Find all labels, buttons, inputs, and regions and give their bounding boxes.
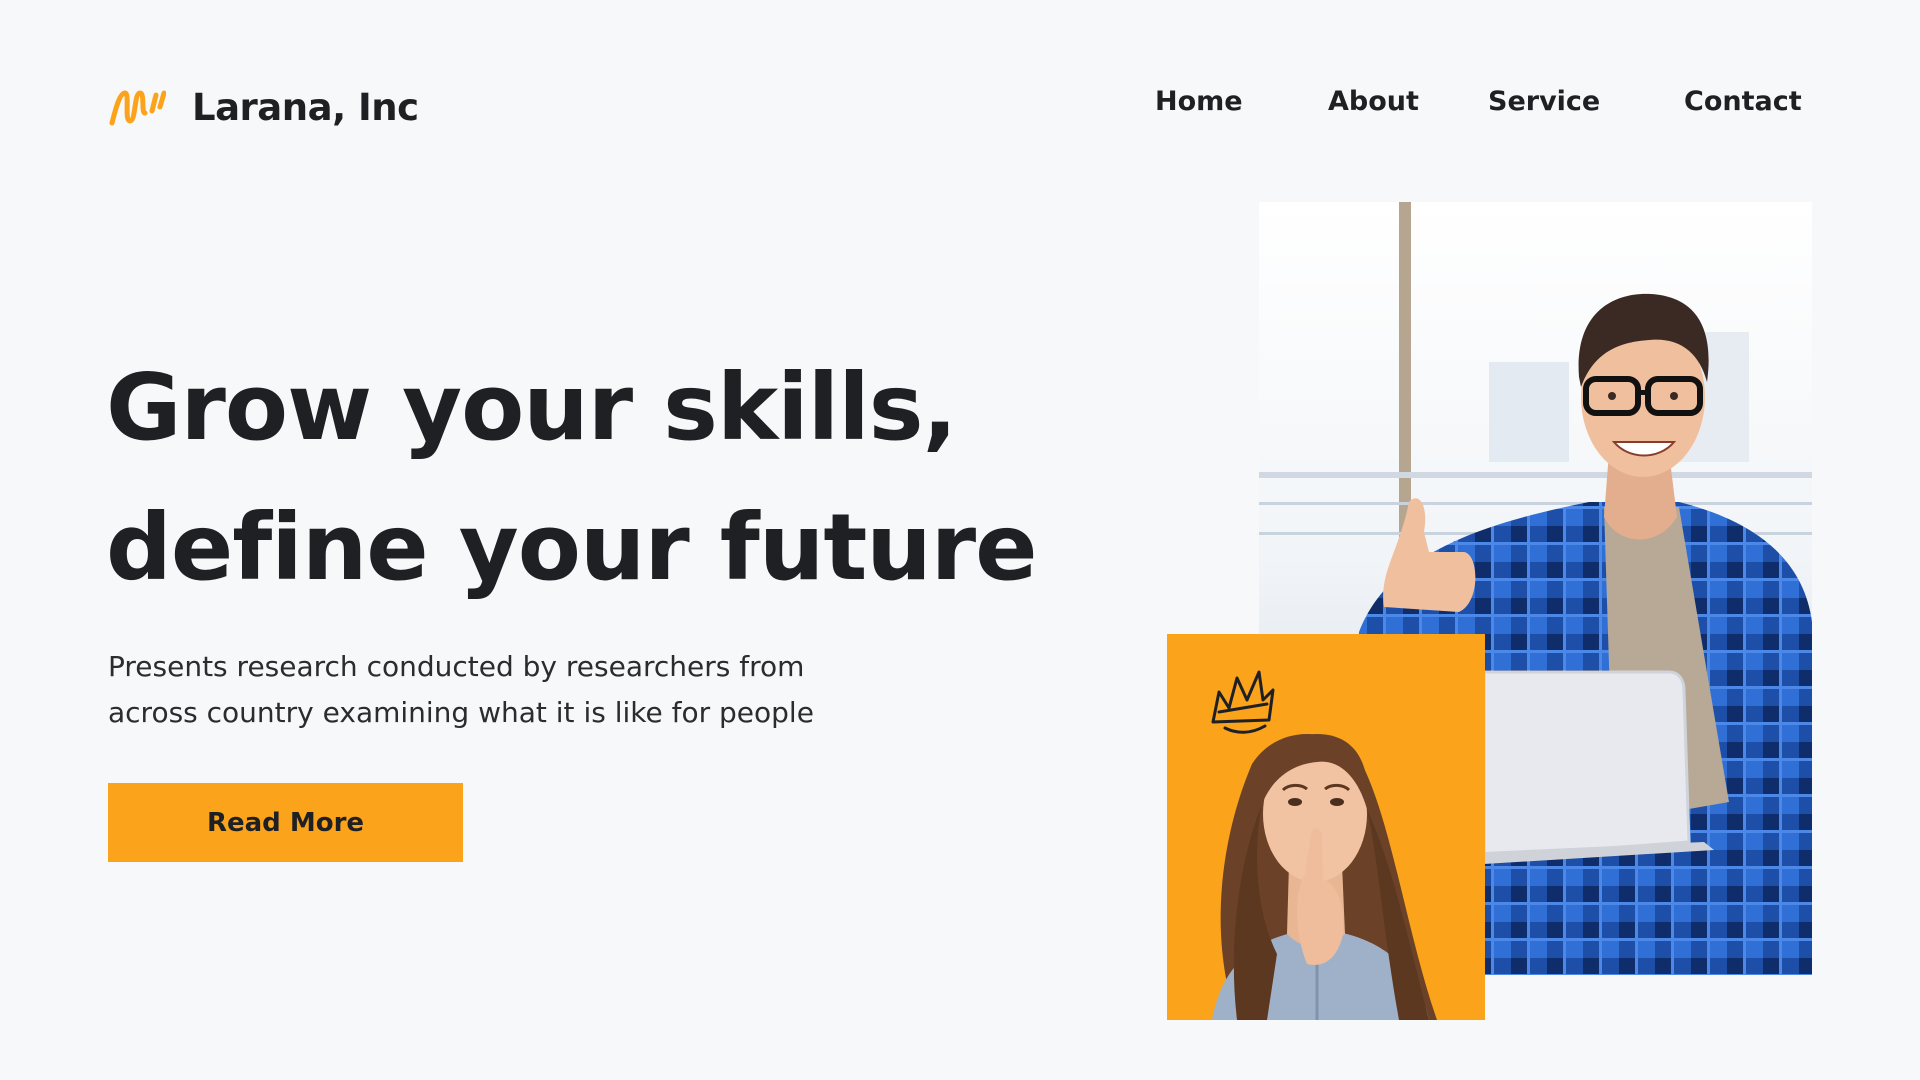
hero-secondary-photo [1167,634,1485,1020]
nav-contact[interactable]: Contact [1684,86,1802,117]
thinking-woman-illustration [1167,634,1485,1020]
brand-name: Larana, Inc [192,85,419,129]
hero-title-line-1: Grow your skills, [106,354,957,461]
brand-logo[interactable]: Larana, Inc [108,82,419,132]
nav-about[interactable]: About [1328,86,1419,117]
hero-title: Grow your skills, define your future [106,338,1038,618]
wave-logo-icon [109,90,166,126]
hero-title-line-2: define your future [106,494,1038,601]
hero-description-line-1: Presents research conducted by researche… [108,650,805,683]
nav-home[interactable]: Home [1155,86,1243,117]
nav-service[interactable]: Service [1488,86,1600,117]
hero-description: Presents research conducted by researche… [108,644,868,736]
site-header: Larana, Inc Home About Service Contact [0,0,1920,200]
read-more-button[interactable]: Read More [108,783,463,862]
hero-description-line-2: across country examining what it is like… [108,696,814,729]
